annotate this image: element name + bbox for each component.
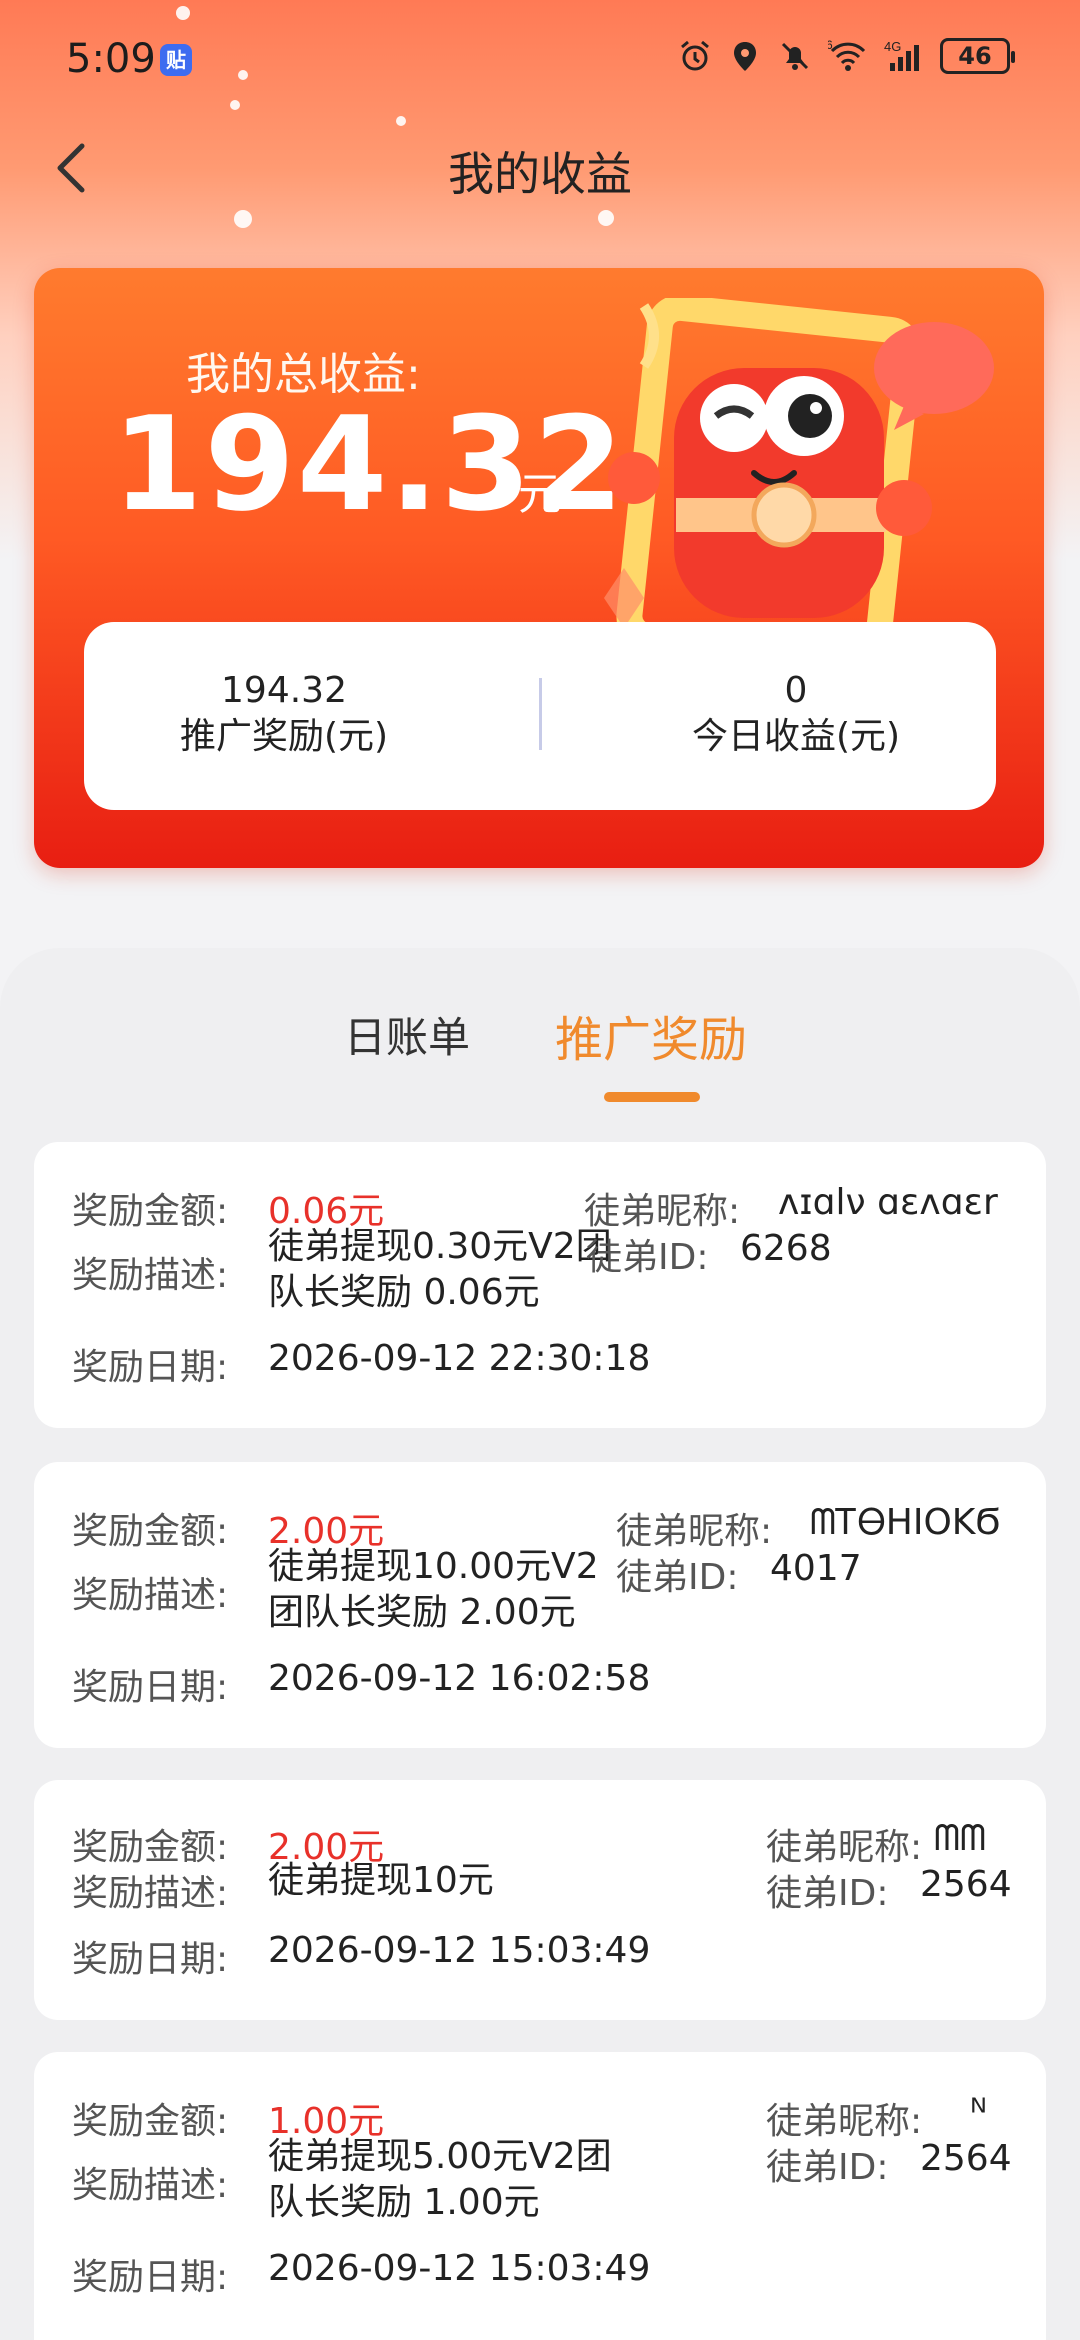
- nickname-label: 徒弟昵称:: [584, 1191, 741, 1232]
- description-line: 团队长奖励 2.00元: [268, 1592, 576, 1633]
- description-value: 徒弟提现10.00元V2 团队长奖励 2.00元: [268, 1544, 599, 1636]
- description-line: 徒弟提现0.30元V2团: [268, 1226, 612, 1267]
- description-label: 奖励描述:: [72, 2165, 229, 2206]
- cellular-signal-icon: 4G: [884, 39, 919, 71]
- battery-icon: 46: [940, 38, 1015, 74]
- promo-reward-label: 推广奖励(元): [179, 716, 389, 757]
- description-value: 徒弟提现0.30元V2团 队长奖励 0.06元: [268, 1224, 612, 1316]
- status-time: 5:09: [66, 36, 156, 82]
- date-label: 奖励日期:: [72, 2257, 229, 2298]
- sparkle-decoration: [598, 210, 614, 226]
- description-line: 徒弟提现5.00元V2团: [268, 2136, 612, 2177]
- reward-record-card[interactable]: 奖励金额: 1.00元 奖励描述: 徒弟提现5.00元V2团 队长奖励 1.00…: [34, 2052, 1046, 2340]
- description-value: 徒弟提现5.00元V2团 队长奖励 1.00元: [268, 2134, 612, 2226]
- date-label: 奖励日期:: [72, 1939, 229, 1980]
- stats-panel: 194.32 推广奖励(元) 0 今日收益(元): [84, 622, 996, 810]
- amount-label: 奖励金额:: [72, 1827, 229, 1868]
- disciple-id-label: 徒弟ID:: [766, 1873, 889, 1914]
- nickname-label: 徒弟昵称:: [616, 1511, 773, 1552]
- description-value: 徒弟提现10元: [268, 1858, 494, 1904]
- tab-bar: 日账单 推广奖励: [0, 998, 1080, 1108]
- disciple-id-value: 4017: [770, 1548, 862, 1589]
- description-line: 徒弟提现10.00元V2: [268, 1546, 599, 1587]
- amount-label: 奖励金额:: [72, 1191, 229, 1232]
- date-value: 2026-09-12 15:03:49: [268, 1930, 651, 1971]
- network-type-text: 4G: [884, 39, 901, 54]
- mascot-illustration: [604, 298, 994, 638]
- sparkle-decoration: [234, 210, 252, 228]
- total-earnings-unit: 元: [518, 469, 562, 520]
- promo-reward-stat[interactable]: 194.32 推广奖励(元): [84, 668, 484, 760]
- amount-label: 奖励金额:: [72, 1511, 229, 1552]
- nickname-value: ʌɪɑlν ɑɛʌɑɛr: [778, 1182, 998, 1223]
- disciple-id-label: 徒弟ID:: [766, 2147, 889, 2188]
- reward-record-card[interactable]: 奖励金额: 0.06元 奖励描述: 徒弟提现0.30元V2团 队长奖励 0.06…: [34, 1142, 1046, 1428]
- alarm-icon: [681, 40, 709, 71]
- tab-promo-reward[interactable]: 推广奖励: [555, 1000, 747, 1070]
- active-tab-indicator: [604, 1092, 700, 1102]
- today-earnings-stat[interactable]: 0 今日收益(元): [596, 668, 996, 760]
- disciple-id-value: 2564: [920, 2138, 1012, 2179]
- description-line: 徒弟提现10元: [268, 1860, 494, 1901]
- disciple-id-label: 徒弟ID:: [616, 1557, 739, 1598]
- total-earnings-card: 我的总收益: 194.32 元 194.32 推广奖励(元) 0 今日收益(元): [34, 268, 1044, 868]
- nickname-value: ᴺ: [970, 2092, 987, 2133]
- status-icons: 6 4G 46: [678, 38, 1015, 74]
- mute-bell-icon: [781, 42, 809, 70]
- reward-record-card[interactable]: 奖励金额: 2.00元 奖励描述: 徒弟提现10.00元V2 团队长奖励 2.0…: [34, 1462, 1046, 1748]
- date-label: 奖励日期:: [72, 1347, 229, 1388]
- date-value: 2026-09-12 15:03:49: [268, 2248, 651, 2289]
- today-earnings-value: 0: [784, 670, 808, 711]
- nickname-label: 徒弟昵称:: [766, 2101, 923, 2142]
- page-title: 我的收益: [448, 147, 632, 201]
- reward-record-card[interactable]: 奖励金额: 2.00元 奖励描述: 徒弟提现10元 奖励日期: 2026-09-…: [34, 1780, 1046, 2020]
- date-value: 2026-09-12 16:02:58: [268, 1658, 651, 1699]
- wifi-badge-text: 6: [828, 39, 833, 52]
- status-bar: 5:09 贴 6 4G 46: [0, 0, 1080, 120]
- description-line: 队长奖励 0.06元: [268, 1272, 540, 1313]
- disciple-id-value: 6268: [740, 1228, 832, 1269]
- wifi-icon: 6: [828, 39, 866, 71]
- description-label: 奖励描述:: [72, 1873, 229, 1914]
- amount-label: 奖励金额:: [72, 2101, 229, 2142]
- nickname-value: ᗰᎢᎾΗΙΟΚϬ: [810, 1502, 1001, 1543]
- nickname-value: ᗰᗰ: [934, 1818, 986, 1859]
- date-value: 2026-09-12 22:30:18: [268, 1338, 651, 1379]
- promo-reward-value: 194.32: [221, 670, 347, 711]
- nickname-label: 徒弟昵称:: [766, 1827, 923, 1868]
- disciple-id-value: 2564: [920, 1864, 1012, 1905]
- description-label: 奖励描述:: [72, 1575, 229, 1616]
- tab-daily-bill[interactable]: 日账单: [344, 1004, 470, 1065]
- disciple-id-label: 徒弟ID:: [586, 1237, 709, 1278]
- location-icon: [734, 42, 756, 71]
- stats-divider: [539, 678, 542, 750]
- app-notification-icon: 贴: [160, 44, 192, 76]
- today-earnings-label: 今日收益(元): [691, 716, 901, 757]
- description-label: 奖励描述:: [72, 1255, 229, 1296]
- date-label: 奖励日期:: [72, 1667, 229, 1708]
- description-line: 队长奖励 1.00元: [268, 2182, 540, 2223]
